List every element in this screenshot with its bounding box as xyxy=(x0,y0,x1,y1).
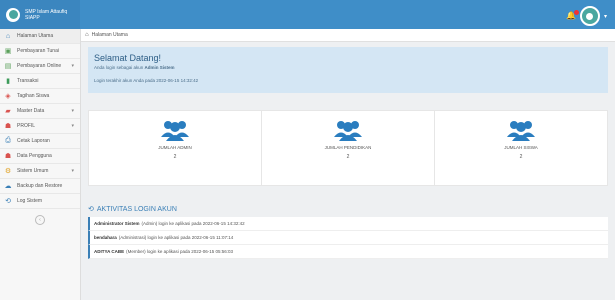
welcome-title: Selamat Datang! xyxy=(94,53,162,63)
brand-title: SMP Islam Attaufiq xyxy=(25,8,68,15)
sidebar-item[interactable]: ⌂ Halaman Utama xyxy=(0,29,80,44)
users-icon: ☗ xyxy=(4,123,12,130)
activity-text: (Admin) login ke aplikasi pada 2022-06-1… xyxy=(141,221,245,226)
stat-value: 2 xyxy=(346,154,350,160)
notification-bell-icon[interactable]: 🔔 xyxy=(566,10,579,21)
login-activity-panel: ⟲ AKTIVITAS LOGIN AKUN Administrator Sist… xyxy=(88,205,608,259)
home-icon: ⌂ xyxy=(5,32,11,40)
sidebar-item[interactable]: ▤ Pembayaran Online ▾ xyxy=(0,59,80,74)
breadcrumb: ⌂ Halaman Utama xyxy=(81,29,615,42)
sidebar-item-label: Cetak Laporan xyxy=(17,138,50,144)
sidebar-item-label: Halaman Utama xyxy=(17,33,54,39)
stat-label: JUMLAH SISWA xyxy=(504,145,538,150)
sidebar-item[interactable]: ▣ Pembayaran Tunai xyxy=(0,44,80,59)
sidebar-item[interactable]: ⟲ Log Sistem xyxy=(0,194,80,209)
stat-label: JUMLAH PENDIDIKAN xyxy=(324,145,372,150)
activity-row: ADITYA CABE (Member) login ke aplikasi pa… xyxy=(88,245,608,259)
gear-icon: ⚙ xyxy=(4,168,12,175)
sidebar-item-label: Backup dan Restore xyxy=(17,183,63,189)
activity-user: Administrator Sistem xyxy=(94,221,140,226)
sidebar-item[interactable]: ⎙ Cetak Laporan xyxy=(0,134,80,149)
stat-label: JUMLAH ADMIN xyxy=(158,145,192,150)
collapse-sidebar-button[interactable]: ‹ xyxy=(35,215,45,225)
activity-row: Administrator Sistem (Admin) login ke apl… xyxy=(88,217,608,231)
stat-card: JUMLAH ADMIN 2 xyxy=(89,111,262,185)
activity-row: bendahara (Administrasi) login ke aplikas… xyxy=(88,231,608,245)
sidebar-item-label: PROFIL xyxy=(17,123,36,129)
activity-user: bendahara xyxy=(94,235,117,240)
last-login-info: Login terakhir akun Anda pada 2022-06-15… xyxy=(94,78,199,83)
users-group-icon xyxy=(507,121,535,141)
book-icon: ▮ xyxy=(6,78,10,85)
tag-icon: ◈ xyxy=(5,93,11,100)
sidebar-item[interactable]: ☗ Data Pengguna xyxy=(0,149,80,164)
sidebar-item-label: Pembayaran Tunai xyxy=(17,48,59,54)
sidebar-item-label: Pembayaran Online xyxy=(17,63,62,69)
cloud-icon: ☁ xyxy=(4,183,12,190)
activity-text: (Administrasi) login ke aplikasi pada 20… xyxy=(118,235,234,240)
sidebar-item[interactable]: ☗ PROFIL ▾ xyxy=(0,119,80,134)
breadcrumb-label[interactable]: Halaman Utama xyxy=(92,32,128,38)
chevron-down-icon[interactable]: ▾ xyxy=(604,13,607,20)
sidebar-item-label: Tagihan Siswa xyxy=(17,93,50,99)
sidebar-item-label: Sistem Umum xyxy=(17,168,49,174)
chevron-down-icon: ▾ xyxy=(71,63,74,69)
sidebar-item-label: Log Sistem xyxy=(17,198,43,204)
users-icon: ☗ xyxy=(4,153,12,160)
chevron-down-icon: ▾ xyxy=(71,168,74,174)
sidebar-item[interactable]: ▰ Master Data ▾ xyxy=(0,104,80,119)
activity-text: (Member) login ke aplikasi pada 2022-06-… xyxy=(126,249,233,254)
print-icon: ⎙ xyxy=(5,137,11,144)
history-icon: ⟲ xyxy=(5,198,11,205)
sidebar-item[interactable]: ☁ Backup dan Restore xyxy=(0,179,80,194)
money-icon: ▣ xyxy=(4,48,12,55)
users-group-icon xyxy=(334,121,362,141)
login-account: Admin Sistem xyxy=(144,65,175,70)
users-group-icon xyxy=(161,121,189,141)
welcome-panel: Selamat Datang! Anda login sebagai akun … xyxy=(88,47,608,93)
user-avatar[interactable] xyxy=(579,6,600,26)
history-icon: ⟲ xyxy=(88,206,94,213)
stat-card: JUMLAH SISWA 2 xyxy=(435,111,607,185)
stat-value: 2 xyxy=(519,154,523,160)
sidebar-item-label: Master Data xyxy=(17,108,45,114)
sidebar-item[interactable]: ◈ Tagihan Siswa xyxy=(0,89,80,104)
school-logo xyxy=(6,7,20,22)
stats-panel: JUMLAH ADMIN 2 JUMLAH PENDIDIKAN 2 JUMLAH SI… xyxy=(88,110,608,186)
sidebar-item[interactable]: ▮ Transaksi xyxy=(0,74,80,89)
chevron-down-icon: ▾ xyxy=(71,123,74,129)
card-icon: ▤ xyxy=(4,63,12,70)
stat-value: 2 xyxy=(173,154,177,160)
stat-card: JUMLAH PENDIDIKAN 2 xyxy=(262,111,435,185)
sidebar: ⌂ Halaman Utama ▣ Pembayaran Tunai ▤ Pembayar… xyxy=(0,29,81,300)
brand-subtitle: SIAPP xyxy=(25,14,40,21)
top-navbar: SMP Islam Attaufiq SIAPP 🔔 ▾ xyxy=(0,0,615,29)
chevron-down-icon: ▾ xyxy=(71,108,74,114)
activity-title: AKTIVITAS LOGIN AKUN xyxy=(96,205,177,213)
home-icon[interactable]: ⌂ xyxy=(85,32,89,38)
login-info: Anda login sebagai akun Admin Sistem xyxy=(94,65,175,70)
sidebar-item-label: Transaksi xyxy=(17,78,39,84)
notification-badge xyxy=(573,10,579,15)
activity-user: ADITYA CABE xyxy=(94,249,125,254)
folder-icon: ▰ xyxy=(5,108,11,115)
sidebar-item-label: Data Pengguna xyxy=(17,153,52,159)
sidebar-item[interactable]: ⚙ Sistem Umum ▾ xyxy=(0,164,80,179)
brand[interactable]: SMP Islam Attaufiq SIAPP xyxy=(0,0,80,29)
